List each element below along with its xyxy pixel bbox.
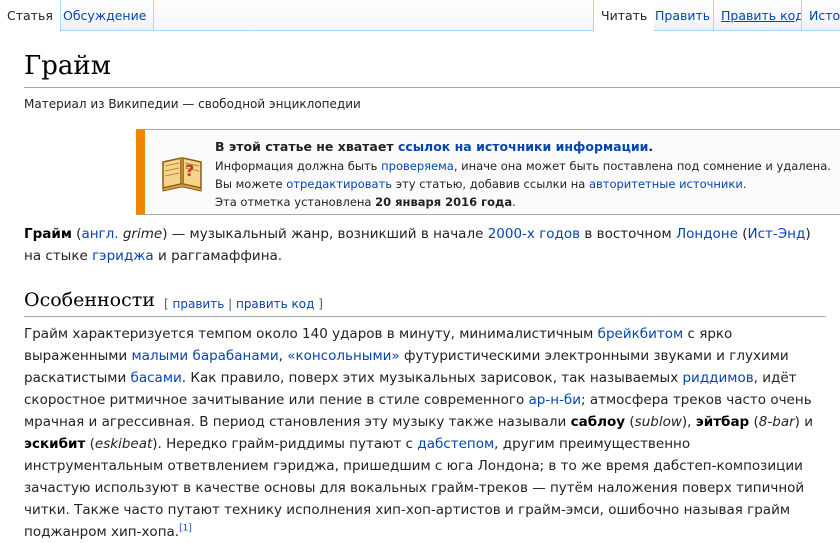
console-link[interactable]: «консольными» [287, 348, 399, 364]
dubstep-link[interactable]: дабстепом [417, 436, 494, 452]
page-title: Грайм [24, 51, 111, 81]
tab-discussion[interactable]: Обсуждение [56, 0, 155, 31]
riddims-link[interactable]: риддимов [682, 370, 753, 386]
london-link[interactable]: Лондоне [676, 226, 738, 242]
section-heading: Особенности [24, 289, 155, 311]
section-edit-link[interactable]: править [173, 297, 225, 311]
rnb-link[interactable]: ар-н-би [529, 392, 582, 408]
small-drums-link[interactable]: малыми барабанами [132, 348, 279, 364]
features-paragraph: Грайм характеризуется темпом около 140 у… [24, 326, 813, 540]
reference-link[interactable]: [1] [179, 524, 192, 534]
site-tagline: Материал из Википедии — свободной энцикл… [24, 97, 361, 111]
svg-text:?: ? [185, 161, 194, 180]
notice-headline: В этой статье не хватает ссылок на источ… [215, 139, 654, 154]
notice-text: В этой статье не хватает ссылок на источ… [215, 138, 831, 211]
section-edit-links: [ править | править код ] [164, 297, 323, 311]
garage-link[interactable]: гэриджа [92, 248, 154, 264]
east-end-link[interactable]: Ист-Энд [747, 226, 805, 242]
reliable-sources-link[interactable]: авторитетные источники [589, 177, 743, 191]
tab-history[interactable]: Истор [801, 0, 840, 31]
book-question-icon: ? [159, 148, 205, 194]
title-divider [24, 87, 840, 88]
tab-edit-source[interactable]: Править код [713, 0, 811, 31]
english-link[interactable]: англ. [81, 226, 118, 242]
notice-line-1: Информация должна быть проверяема, иначе… [215, 159, 831, 173]
section-divider [24, 316, 826, 317]
tab-read[interactable]: Читать [593, 0, 655, 32]
tab-edit[interactable]: Править [647, 0, 718, 31]
verifiable-link[interactable]: проверяема [381, 159, 454, 173]
section-edit-source-link[interactable]: править код [236, 297, 314, 311]
2000s-link[interactable]: 2000-х годов [488, 226, 580, 242]
notice-line-2: Вы можете отредактировать эту статью, до… [215, 177, 747, 191]
article-content: Грайм Материал из Википедии — свободной … [0, 31, 840, 540]
bass-link[interactable]: басами [131, 370, 182, 386]
sources-link[interactable]: ссылок на источники информации [398, 139, 648, 154]
breakbeat-link[interactable]: брейкбитом [598, 326, 684, 342]
notice-line-3: Эта отметка установлена 20 января 2016 г… [215, 195, 516, 209]
sources-notice-box: ? В этой статье не хватает ссылок на ист… [136, 129, 840, 215]
edit-article-link[interactable]: отредактировать [286, 177, 392, 191]
tab-article[interactable]: Статья [0, 0, 61, 32]
tab-bar: Статья Обсуждение Читать Править Править… [0, 0, 840, 32]
intro-paragraph: Грайм (англ. grime) — музыкальный жанр, … [24, 226, 811, 264]
